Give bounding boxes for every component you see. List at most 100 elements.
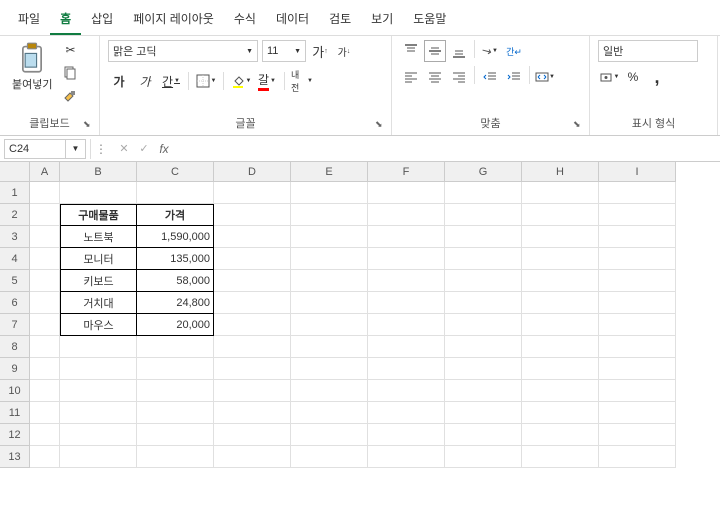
cell[interactable] xyxy=(599,424,676,446)
cell[interactable]: 20,000 xyxy=(137,314,214,336)
cell[interactable] xyxy=(445,336,522,358)
cell[interactable]: 24,800 xyxy=(137,292,214,314)
cell[interactable] xyxy=(30,226,60,248)
cell[interactable] xyxy=(30,248,60,270)
increase-font-button[interactable]: 가↑ xyxy=(310,41,330,61)
cell[interactable] xyxy=(291,314,368,336)
cell[interactable] xyxy=(599,380,676,402)
menu-help[interactable]: 도움말 xyxy=(403,4,456,35)
cell[interactable]: 58,000 xyxy=(137,270,214,292)
cell[interactable] xyxy=(30,270,60,292)
cell[interactable] xyxy=(522,292,599,314)
cell[interactable] xyxy=(60,182,137,204)
cell[interactable] xyxy=(214,248,291,270)
cell[interactable] xyxy=(137,424,214,446)
cell[interactable] xyxy=(368,424,445,446)
cell[interactable] xyxy=(522,226,599,248)
formula-input[interactable] xyxy=(177,139,720,159)
decrease-font-button[interactable]: 가↓ xyxy=(334,41,354,61)
number-format-select[interactable]: 일반 xyxy=(598,40,698,62)
cell[interactable] xyxy=(599,292,676,314)
borders-button[interactable]: ▼ xyxy=(195,70,217,92)
row-header[interactable]: 10 xyxy=(0,380,30,402)
cell[interactable] xyxy=(445,248,522,270)
cell[interactable] xyxy=(214,358,291,380)
cell[interactable] xyxy=(599,314,676,336)
insert-function-button[interactable]: fx xyxy=(155,140,173,158)
cell[interactable] xyxy=(368,358,445,380)
wrap-text-button[interactable]: 간↵ xyxy=(503,40,525,62)
cell[interactable] xyxy=(368,446,445,468)
menu-page-layout[interactable]: 페이지 레이아웃 xyxy=(123,4,224,35)
row-header[interactable]: 6 xyxy=(0,292,30,314)
col-header[interactable]: H xyxy=(522,162,599,182)
name-box-dropdown[interactable]: ▼ xyxy=(66,139,86,159)
underline-button[interactable]: 간▼ xyxy=(160,70,182,92)
cell[interactable] xyxy=(30,314,60,336)
cell[interactable] xyxy=(291,270,368,292)
row-header[interactable]: 12 xyxy=(0,424,30,446)
cell[interactable]: 모니터 xyxy=(60,248,137,270)
col-header[interactable]: E xyxy=(291,162,368,182)
cell[interactable] xyxy=(60,446,137,468)
col-header[interactable]: B xyxy=(60,162,137,182)
cell[interactable] xyxy=(137,182,214,204)
bold-button[interactable]: 가 xyxy=(108,70,130,92)
cell[interactable] xyxy=(214,270,291,292)
cell[interactable] xyxy=(60,336,137,358)
cell[interactable] xyxy=(599,270,676,292)
align-center-button[interactable] xyxy=(424,66,446,88)
cell[interactable] xyxy=(599,248,676,270)
format-painter-button[interactable] xyxy=(60,86,80,106)
cell[interactable]: 키보드 xyxy=(60,270,137,292)
align-bottom-button[interactable] xyxy=(448,40,470,62)
cell[interactable] xyxy=(137,402,214,424)
cell[interactable] xyxy=(30,358,60,380)
row-header[interactable]: 11 xyxy=(0,402,30,424)
cancel-formula-button[interactable]: ✕ xyxy=(115,140,133,158)
cut-button[interactable]: ✂ xyxy=(60,40,80,60)
font-color-button[interactable]: 갈▼ xyxy=(256,70,278,92)
cell[interactable] xyxy=(30,336,60,358)
cell[interactable] xyxy=(599,182,676,204)
cell[interactable] xyxy=(214,182,291,204)
cell[interactable] xyxy=(214,204,291,226)
clipboard-dialog-launcher[interactable]: ⬊ xyxy=(83,119,95,131)
cell[interactable] xyxy=(137,358,214,380)
cell[interactable] xyxy=(137,380,214,402)
align-top-button[interactable] xyxy=(400,40,422,62)
cell[interactable] xyxy=(445,402,522,424)
paste-button[interactable]: 붙여넣기 xyxy=(8,40,56,94)
col-header[interactable]: I xyxy=(599,162,676,182)
cell[interactable] xyxy=(214,446,291,468)
row-header[interactable]: 5 xyxy=(0,270,30,292)
cell[interactable] xyxy=(30,424,60,446)
cell[interactable]: 구매물품 xyxy=(60,204,137,226)
cell[interactable] xyxy=(30,402,60,424)
accounting-format-button[interactable]: ▼ xyxy=(598,66,620,88)
cell[interactable] xyxy=(599,204,676,226)
cell[interactable] xyxy=(30,204,60,226)
cell[interactable] xyxy=(599,402,676,424)
cell[interactable] xyxy=(291,336,368,358)
row-header[interactable]: 3 xyxy=(0,226,30,248)
cell[interactable] xyxy=(368,292,445,314)
cell[interactable] xyxy=(522,248,599,270)
cell[interactable] xyxy=(522,182,599,204)
cell[interactable]: 노트북 xyxy=(60,226,137,248)
cell[interactable] xyxy=(291,182,368,204)
cell[interactable] xyxy=(368,380,445,402)
name-box[interactable]: C24 xyxy=(4,139,66,159)
cell[interactable] xyxy=(445,226,522,248)
cell[interactable] xyxy=(522,270,599,292)
cell[interactable] xyxy=(368,226,445,248)
cell[interactable] xyxy=(291,226,368,248)
cell[interactable] xyxy=(445,314,522,336)
cell[interactable] xyxy=(60,380,137,402)
percent-button[interactable]: % xyxy=(622,66,644,88)
cell[interactable] xyxy=(368,182,445,204)
menu-data[interactable]: 데이터 xyxy=(266,4,319,35)
row-header[interactable]: 7 xyxy=(0,314,30,336)
menu-home[interactable]: 홈 xyxy=(50,4,81,35)
cell[interactable] xyxy=(214,226,291,248)
